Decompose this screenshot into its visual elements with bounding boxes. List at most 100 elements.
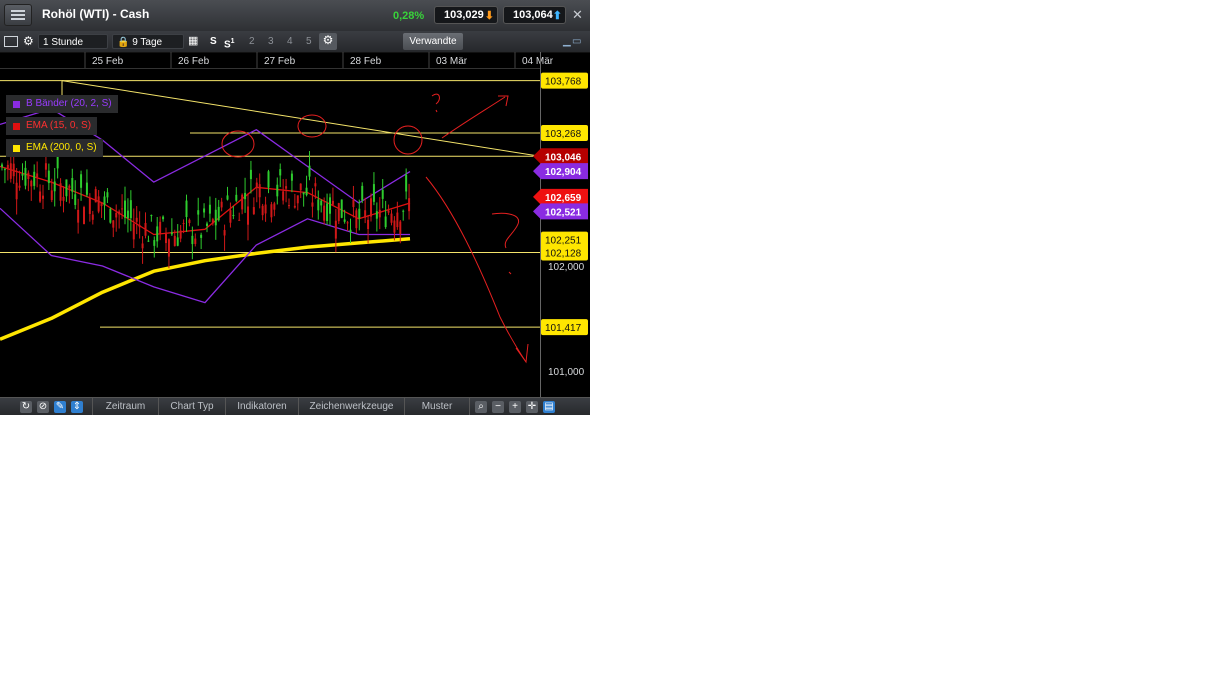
candle-body — [370, 198, 372, 216]
candle-body — [30, 181, 32, 187]
s1-button[interactable]: S1 — [224, 34, 235, 49]
slot-4[interactable]: 4 — [287, 34, 293, 49]
legend-label: EMA (200, 0, S) — [26, 142, 97, 153]
lock-icon: 🔒 — [117, 37, 129, 48]
candle-body — [235, 195, 237, 201]
candle-body — [355, 210, 357, 228]
candle-body — [364, 210, 366, 217]
candle-body — [13, 164, 15, 177]
chart-toolbar: ⚙ 1 Stunde 🔒 9 Tage ▦ S S1 2 3 4 5 ⚙ ▁ ▭ — [0, 31, 590, 53]
slot-2[interactable]: 2 — [249, 34, 255, 49]
candle-body — [388, 211, 390, 213]
pencil-icon[interactable]: ✎ — [54, 401, 66, 413]
up-arrow-icon: ⬆ — [553, 8, 562, 24]
ask-quote-button[interactable]: 103,064 ⬆ — [503, 6, 566, 24]
candle-body — [320, 201, 322, 206]
price-tag-label: 102,904 — [545, 167, 582, 178]
candle-body — [350, 230, 352, 232]
interval-select[interactable]: 1 Stunde — [38, 34, 108, 49]
candle-body — [86, 183, 88, 195]
candle-body — [36, 173, 38, 177]
candle-body — [171, 232, 173, 234]
minus-icon[interactable]: − — [492, 401, 504, 413]
candle-body — [391, 214, 393, 223]
candle-body — [24, 168, 26, 186]
tab-muster[interactable]: Muster — [404, 398, 470, 415]
candle-body — [183, 223, 185, 224]
candle-body — [253, 207, 255, 214]
candle-body — [303, 192, 305, 194]
menu-button[interactable] — [4, 4, 32, 26]
candle-body — [177, 237, 179, 245]
period-select[interactable]: 🔒 9 Tage — [112, 34, 184, 49]
settings-icon[interactable]: ⚙ — [319, 33, 337, 50]
candle-body — [45, 163, 47, 169]
close-icon[interactable]: ✕ — [572, 7, 583, 23]
candle-body — [48, 171, 50, 183]
price-tag: 102,904 — [533, 163, 588, 179]
candle-body — [326, 203, 328, 221]
candle-body — [19, 186, 21, 188]
tab-chart-typ[interactable]: Chart Typ — [158, 398, 225, 415]
candle-body — [358, 209, 360, 218]
candle-body — [77, 210, 79, 223]
maximize-icon[interactable]: ▭ — [572, 34, 581, 49]
minimize-icon[interactable]: ▁ — [563, 34, 571, 49]
price-tag-label: 103,768 — [545, 77, 582, 88]
related-button[interactable]: Verwandte — [403, 33, 463, 50]
candle-body — [227, 195, 229, 199]
candle-body — [311, 202, 313, 206]
candle-body — [215, 210, 217, 226]
candle-body — [98, 196, 100, 211]
candle-body — [133, 224, 135, 240]
calendar-icon[interactable]: ▦ — [188, 34, 198, 49]
candle-body — [54, 181, 56, 191]
candle-body — [259, 184, 261, 197]
candle-body — [95, 189, 97, 202]
gear-icon[interactable]: ⚙ — [23, 34, 34, 49]
hand-drawn-arrow — [442, 96, 508, 138]
x-tick-label: 28 Feb — [350, 56, 382, 67]
tab-zeitraum[interactable]: Zeitraum — [92, 398, 158, 415]
screen-icon[interactable]: ▤ — [543, 401, 555, 413]
candle-body — [273, 203, 275, 209]
candle-body — [174, 236, 176, 246]
crosshair-icon[interactable]: ✛ — [526, 401, 538, 413]
candle-body — [396, 213, 398, 228]
slot-3[interactable]: 3 — [268, 34, 274, 49]
y-tick-label: 102,000 — [548, 262, 585, 273]
hand-drawn-circle — [394, 126, 422, 154]
chart-type-icon[interactable] — [4, 36, 18, 47]
candle-body — [300, 184, 302, 191]
legend-item-bbands[interactable]: B Bänder (20, 2, S) — [6, 95, 118, 113]
candle-body — [39, 191, 41, 201]
hand-drawn-circle — [222, 131, 254, 157]
plus-icon[interactable]: + — [509, 401, 521, 413]
slot-5[interactable]: 5 — [306, 34, 312, 49]
tab-indikatoren[interactable]: Indikatoren — [225, 398, 298, 415]
hand-drawn-question-mark — [492, 213, 519, 274]
candle-body — [338, 203, 340, 221]
candle-body — [16, 183, 18, 200]
no-entry-icon[interactable]: ⊘ — [37, 401, 49, 413]
tab-zeichenwerkzeuge[interactable]: Zeichenwerkzeuge — [298, 398, 404, 415]
candle-body — [188, 220, 190, 223]
scroll-icon[interactable]: ⇕ — [71, 401, 83, 413]
legend-item-ema200[interactable]: EMA (200, 0, S) — [6, 139, 103, 157]
candle-body — [344, 219, 346, 221]
candle-body — [118, 212, 120, 215]
zoom-icon[interactable]: ⌕ — [475, 401, 487, 413]
candle-body — [244, 193, 246, 199]
hand-drawn-arrow — [426, 177, 528, 362]
candle-body — [1, 164, 3, 166]
s-button[interactable]: S — [210, 34, 217, 49]
candle-body — [270, 204, 272, 217]
candle-body — [317, 199, 319, 210]
refresh-icon[interactable]: ↻ — [20, 401, 32, 413]
legend-item-ema15[interactable]: EMA (15, 0, S) — [6, 117, 97, 135]
candle-body — [361, 186, 363, 200]
candle-body — [63, 197, 65, 201]
candle-body — [291, 174, 293, 181]
bid-quote-button[interactable]: 103,029 ⬇ — [434, 6, 498, 24]
candle-body — [347, 222, 349, 223]
